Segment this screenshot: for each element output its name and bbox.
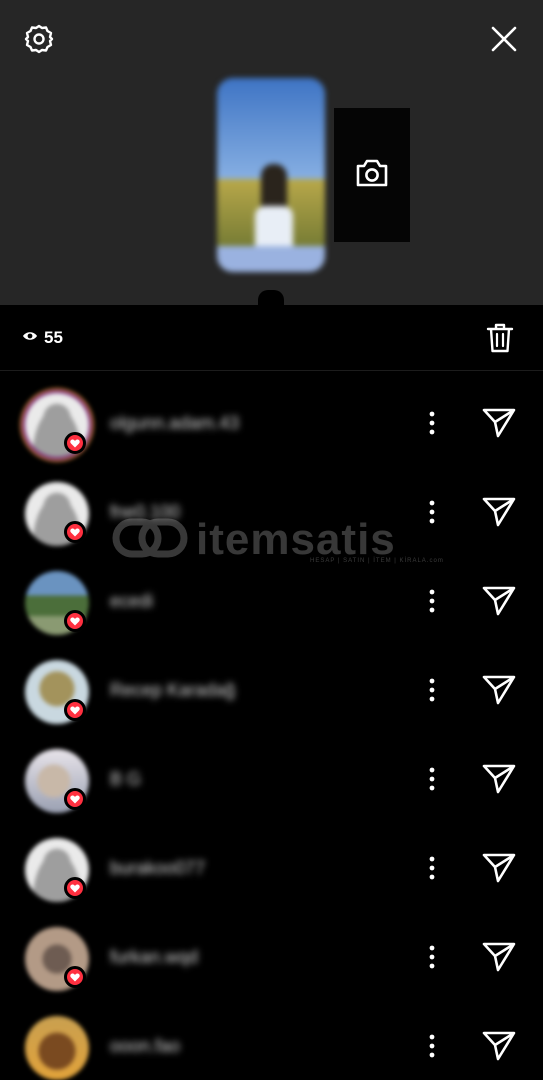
more-options-button[interactable]	[419, 410, 445, 440]
viewer-row[interactable]: Recep Karadağ	[0, 647, 543, 736]
viewer-username[interactable]: B G	[110, 769, 141, 790]
send-icon	[482, 406, 516, 443]
viewer-username[interactable]: burakoo077	[110, 858, 205, 879]
send-message-button[interactable]	[479, 1028, 519, 1066]
send-icon	[482, 584, 516, 621]
viewer-username[interactable]: fne0.100	[110, 502, 180, 523]
more-vertical-icon	[429, 678, 435, 707]
avatar-image	[25, 1016, 89, 1080]
heart-icon	[64, 521, 86, 543]
viewer-username[interactable]: furkan.wqd	[110, 947, 198, 968]
delete-story-button[interactable]	[484, 322, 516, 358]
heart-icon	[64, 699, 86, 721]
avatar[interactable]	[22, 746, 92, 816]
settings-button[interactable]	[20, 22, 58, 60]
avatar[interactable]	[22, 390, 92, 460]
more-options-button[interactable]	[419, 1033, 445, 1063]
more-vertical-icon	[429, 500, 435, 529]
viewer-row[interactable]: burakoo077	[0, 825, 543, 914]
send-icon	[482, 762, 516, 799]
send-message-button[interactable]	[479, 939, 519, 977]
send-icon	[482, 940, 516, 977]
viewer-username[interactable]: Recep Karadağ	[110, 680, 235, 701]
more-options-button[interactable]	[419, 855, 445, 885]
heart-icon	[64, 966, 86, 988]
avatar[interactable]	[22, 479, 92, 549]
avatar[interactable]	[22, 568, 92, 638]
send-icon	[482, 851, 516, 888]
more-vertical-icon	[429, 589, 435, 618]
close-button[interactable]	[485, 22, 523, 60]
send-icon	[482, 673, 516, 710]
send-message-button[interactable]	[479, 761, 519, 799]
views-count: 55	[44, 328, 63, 347]
story-stats-bar: 55	[0, 305, 543, 371]
more-vertical-icon	[429, 1034, 435, 1063]
viewer-username[interactable]: ecedi	[110, 591, 153, 612]
viewer-row[interactable]: B G	[0, 736, 543, 825]
send-message-button[interactable]	[479, 583, 519, 621]
more-options-button[interactable]	[419, 944, 445, 974]
heart-icon	[64, 877, 86, 899]
add-story-button[interactable]	[334, 108, 410, 242]
gear-icon	[23, 23, 55, 60]
story-caption-strip	[217, 246, 325, 272]
viewers-count[interactable]: 55	[22, 328, 63, 348]
more-options-button[interactable]	[419, 588, 445, 618]
heart-icon	[64, 610, 86, 632]
heart-icon	[64, 432, 86, 454]
viewer-row[interactable]: furkan.wqd	[0, 914, 543, 1003]
more-vertical-icon	[429, 856, 435, 885]
viewer-username[interactable]: olgunn.adam.43	[110, 413, 239, 434]
more-vertical-icon	[429, 945, 435, 974]
send-message-button[interactable]	[479, 672, 519, 710]
send-message-button[interactable]	[479, 494, 519, 532]
avatar[interactable]	[22, 1013, 92, 1080]
heart-icon	[64, 788, 86, 810]
viewer-username[interactable]: ooon.fao	[110, 1036, 180, 1057]
close-icon	[490, 25, 518, 58]
viewer-row[interactable]: ooon.fao	[0, 1003, 543, 1080]
story-thumbnail[interactable]	[217, 78, 325, 272]
viewer-list: olgunn.adam.43 fne0.100 ecedi Recep Kara…	[0, 380, 543, 1080]
more-options-button[interactable]	[419, 499, 445, 529]
camera-icon	[354, 157, 390, 194]
story-preview-header	[0, 0, 543, 305]
more-options-button[interactable]	[419, 677, 445, 707]
avatar[interactable]	[22, 835, 92, 905]
more-vertical-icon	[429, 411, 435, 440]
send-icon	[482, 495, 516, 532]
viewer-row[interactable]: ecedi	[0, 558, 543, 647]
send-icon	[482, 1029, 516, 1066]
avatar[interactable]	[22, 657, 92, 727]
more-vertical-icon	[429, 767, 435, 796]
trash-icon	[486, 322, 514, 359]
send-message-button[interactable]	[479, 850, 519, 888]
viewer-row[interactable]: fne0.100	[0, 469, 543, 558]
eye-icon	[22, 329, 38, 347]
send-message-button[interactable]	[479, 405, 519, 443]
viewer-row[interactable]: olgunn.adam.43	[0, 380, 543, 469]
selected-story-indicator	[258, 290, 284, 305]
avatar[interactable]	[22, 924, 92, 994]
more-options-button[interactable]	[419, 766, 445, 796]
